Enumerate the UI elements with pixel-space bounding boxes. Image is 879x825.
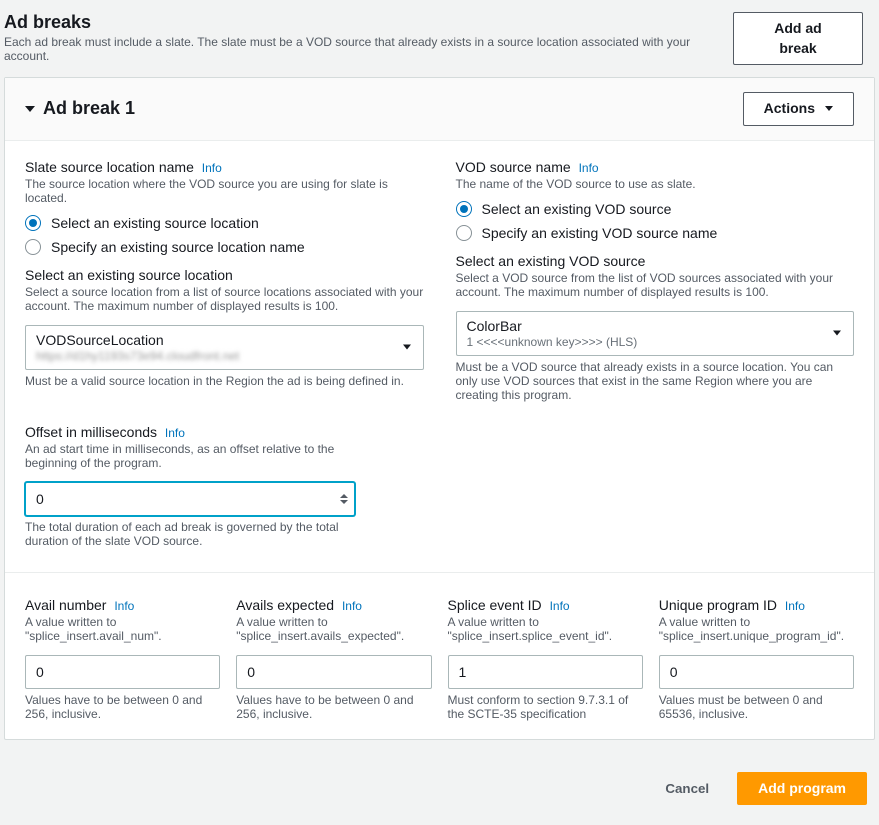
vod-info-link[interactable]: Info (579, 161, 599, 175)
offset-info-link[interactable]: Info (165, 426, 185, 440)
splice-event-id-label: Splice event ID (448, 597, 542, 613)
splice-event-id-info-link[interactable]: Info (550, 599, 570, 613)
offset-input[interactable]: 0 (25, 482, 355, 516)
chevron-up-icon (340, 494, 348, 498)
chevron-down-icon (403, 345, 411, 350)
slate-select-subvalue: https://d1hy1193s73e94.cloudfront.net (36, 349, 393, 363)
offset-desc: An ad start time in milliseconds, as an … (25, 442, 355, 470)
splice-event-id-hint: Must conform to section 9.7.3.1 of the S… (448, 693, 643, 721)
avails-expected-info-link[interactable]: Info (342, 599, 362, 613)
unique-program-id-hint: Values must be between 0 and 65536, incl… (659, 693, 854, 721)
panel-title: Ad break 1 (43, 98, 135, 119)
avail-number-info-link[interactable]: Info (114, 599, 134, 613)
vod-label: VOD source name (456, 159, 571, 175)
splice-event-id-value: 1 (459, 664, 467, 680)
slate-radio-specify[interactable]: Specify an existing source location name (25, 239, 424, 255)
vod-select-desc: Select a VOD source from the list of VOD… (456, 271, 855, 299)
slate-select-label: Select an existing source location (25, 267, 233, 283)
ad-break-panel: Ad break 1 Actions Slate source location… (4, 77, 875, 740)
radio-icon (456, 225, 472, 241)
radio-label: Specify an existing VOD source name (482, 225, 718, 241)
chevron-down-icon (340, 500, 348, 504)
page-subtitle: Each ad break must include a slate. The … (4, 35, 733, 63)
chevron-down-icon (833, 331, 841, 336)
add-program-button[interactable]: Add program (737, 772, 867, 806)
slate-label: Slate source location name (25, 159, 194, 175)
page-title: Ad breaks (4, 12, 733, 33)
radio-icon (25, 215, 41, 231)
unique-program-id-desc: A value written to "splice_insert.unique… (659, 615, 854, 643)
avails-expected-hint: Values have to be between 0 and 256, inc… (236, 693, 431, 721)
unique-program-id-info-link[interactable]: Info (785, 599, 805, 613)
unique-program-id-label: Unique program ID (659, 597, 777, 613)
vod-select[interactable]: ColorBar 1 <<<<unknown key>>>> (HLS) (456, 311, 855, 356)
avails-expected-value: 0 (247, 664, 255, 680)
offset-value: 0 (36, 491, 44, 507)
avail-number-label: Avail number (25, 597, 106, 613)
slate-select-hint: Must be a valid source location in the R… (25, 374, 424, 388)
stepper-icon[interactable] (340, 494, 348, 504)
splice-event-id-desc: A value written to "splice_insert.splice… (448, 615, 643, 643)
slate-radio-existing[interactable]: Select an existing source location (25, 215, 424, 231)
vod-select-label: Select an existing VOD source (456, 253, 646, 269)
radio-label: Select an existing VOD source (482, 201, 672, 217)
panel-title-row[interactable]: Ad break 1 (25, 98, 135, 119)
radio-icon (25, 239, 41, 255)
avails-expected-label: Avails expected (236, 597, 334, 613)
offset-hint: The total duration of each ad break is g… (25, 520, 355, 548)
actions-label: Actions (764, 99, 815, 119)
avails-expected-input[interactable]: 0 (236, 655, 431, 689)
slate-select[interactable]: VODSourceLocation https://d1hy1193s73e94… (25, 325, 424, 370)
unique-program-id-input[interactable]: 0 (659, 655, 854, 689)
slate-desc: The source location where the VOD source… (25, 177, 424, 205)
offset-label: Offset in milliseconds (25, 424, 157, 440)
vod-radio-existing[interactable]: Select an existing VOD source (456, 201, 855, 217)
radio-label: Select an existing source location (51, 215, 259, 231)
slate-select-desc: Select a source location from a list of … (25, 285, 424, 313)
avail-number-input[interactable]: 0 (25, 655, 220, 689)
chevron-down-icon (825, 106, 833, 111)
vod-select-subvalue: 1 <<<<unknown key>>>> (HLS) (467, 335, 824, 349)
avails-expected-desc: A value written to "splice_insert.avails… (236, 615, 431, 643)
splice-event-id-input[interactable]: 1 (448, 655, 643, 689)
radio-icon (456, 201, 472, 217)
radio-label: Specify an existing source location name (51, 239, 305, 255)
avail-number-hint: Values have to be between 0 and 256, inc… (25, 693, 220, 721)
collapse-icon (25, 106, 35, 112)
unique-program-id-value: 0 (670, 664, 678, 680)
avail-number-value: 0 (36, 664, 44, 680)
actions-button[interactable]: Actions (743, 92, 854, 126)
cancel-button[interactable]: Cancel (645, 775, 729, 802)
slate-info-link[interactable]: Info (202, 161, 222, 175)
vod-select-value: ColorBar (467, 318, 824, 334)
section-divider (5, 572, 874, 573)
vod-select-hint: Must be a VOD source that already exists… (456, 360, 855, 402)
vod-desc: The name of the VOD source to use as sla… (456, 177, 855, 191)
avail-number-desc: A value written to "splice_insert.avail_… (25, 615, 220, 643)
add-ad-break-button[interactable]: Add ad break (733, 12, 863, 65)
vod-radio-specify[interactable]: Specify an existing VOD source name (456, 225, 855, 241)
slate-select-value: VODSourceLocation (36, 332, 393, 348)
